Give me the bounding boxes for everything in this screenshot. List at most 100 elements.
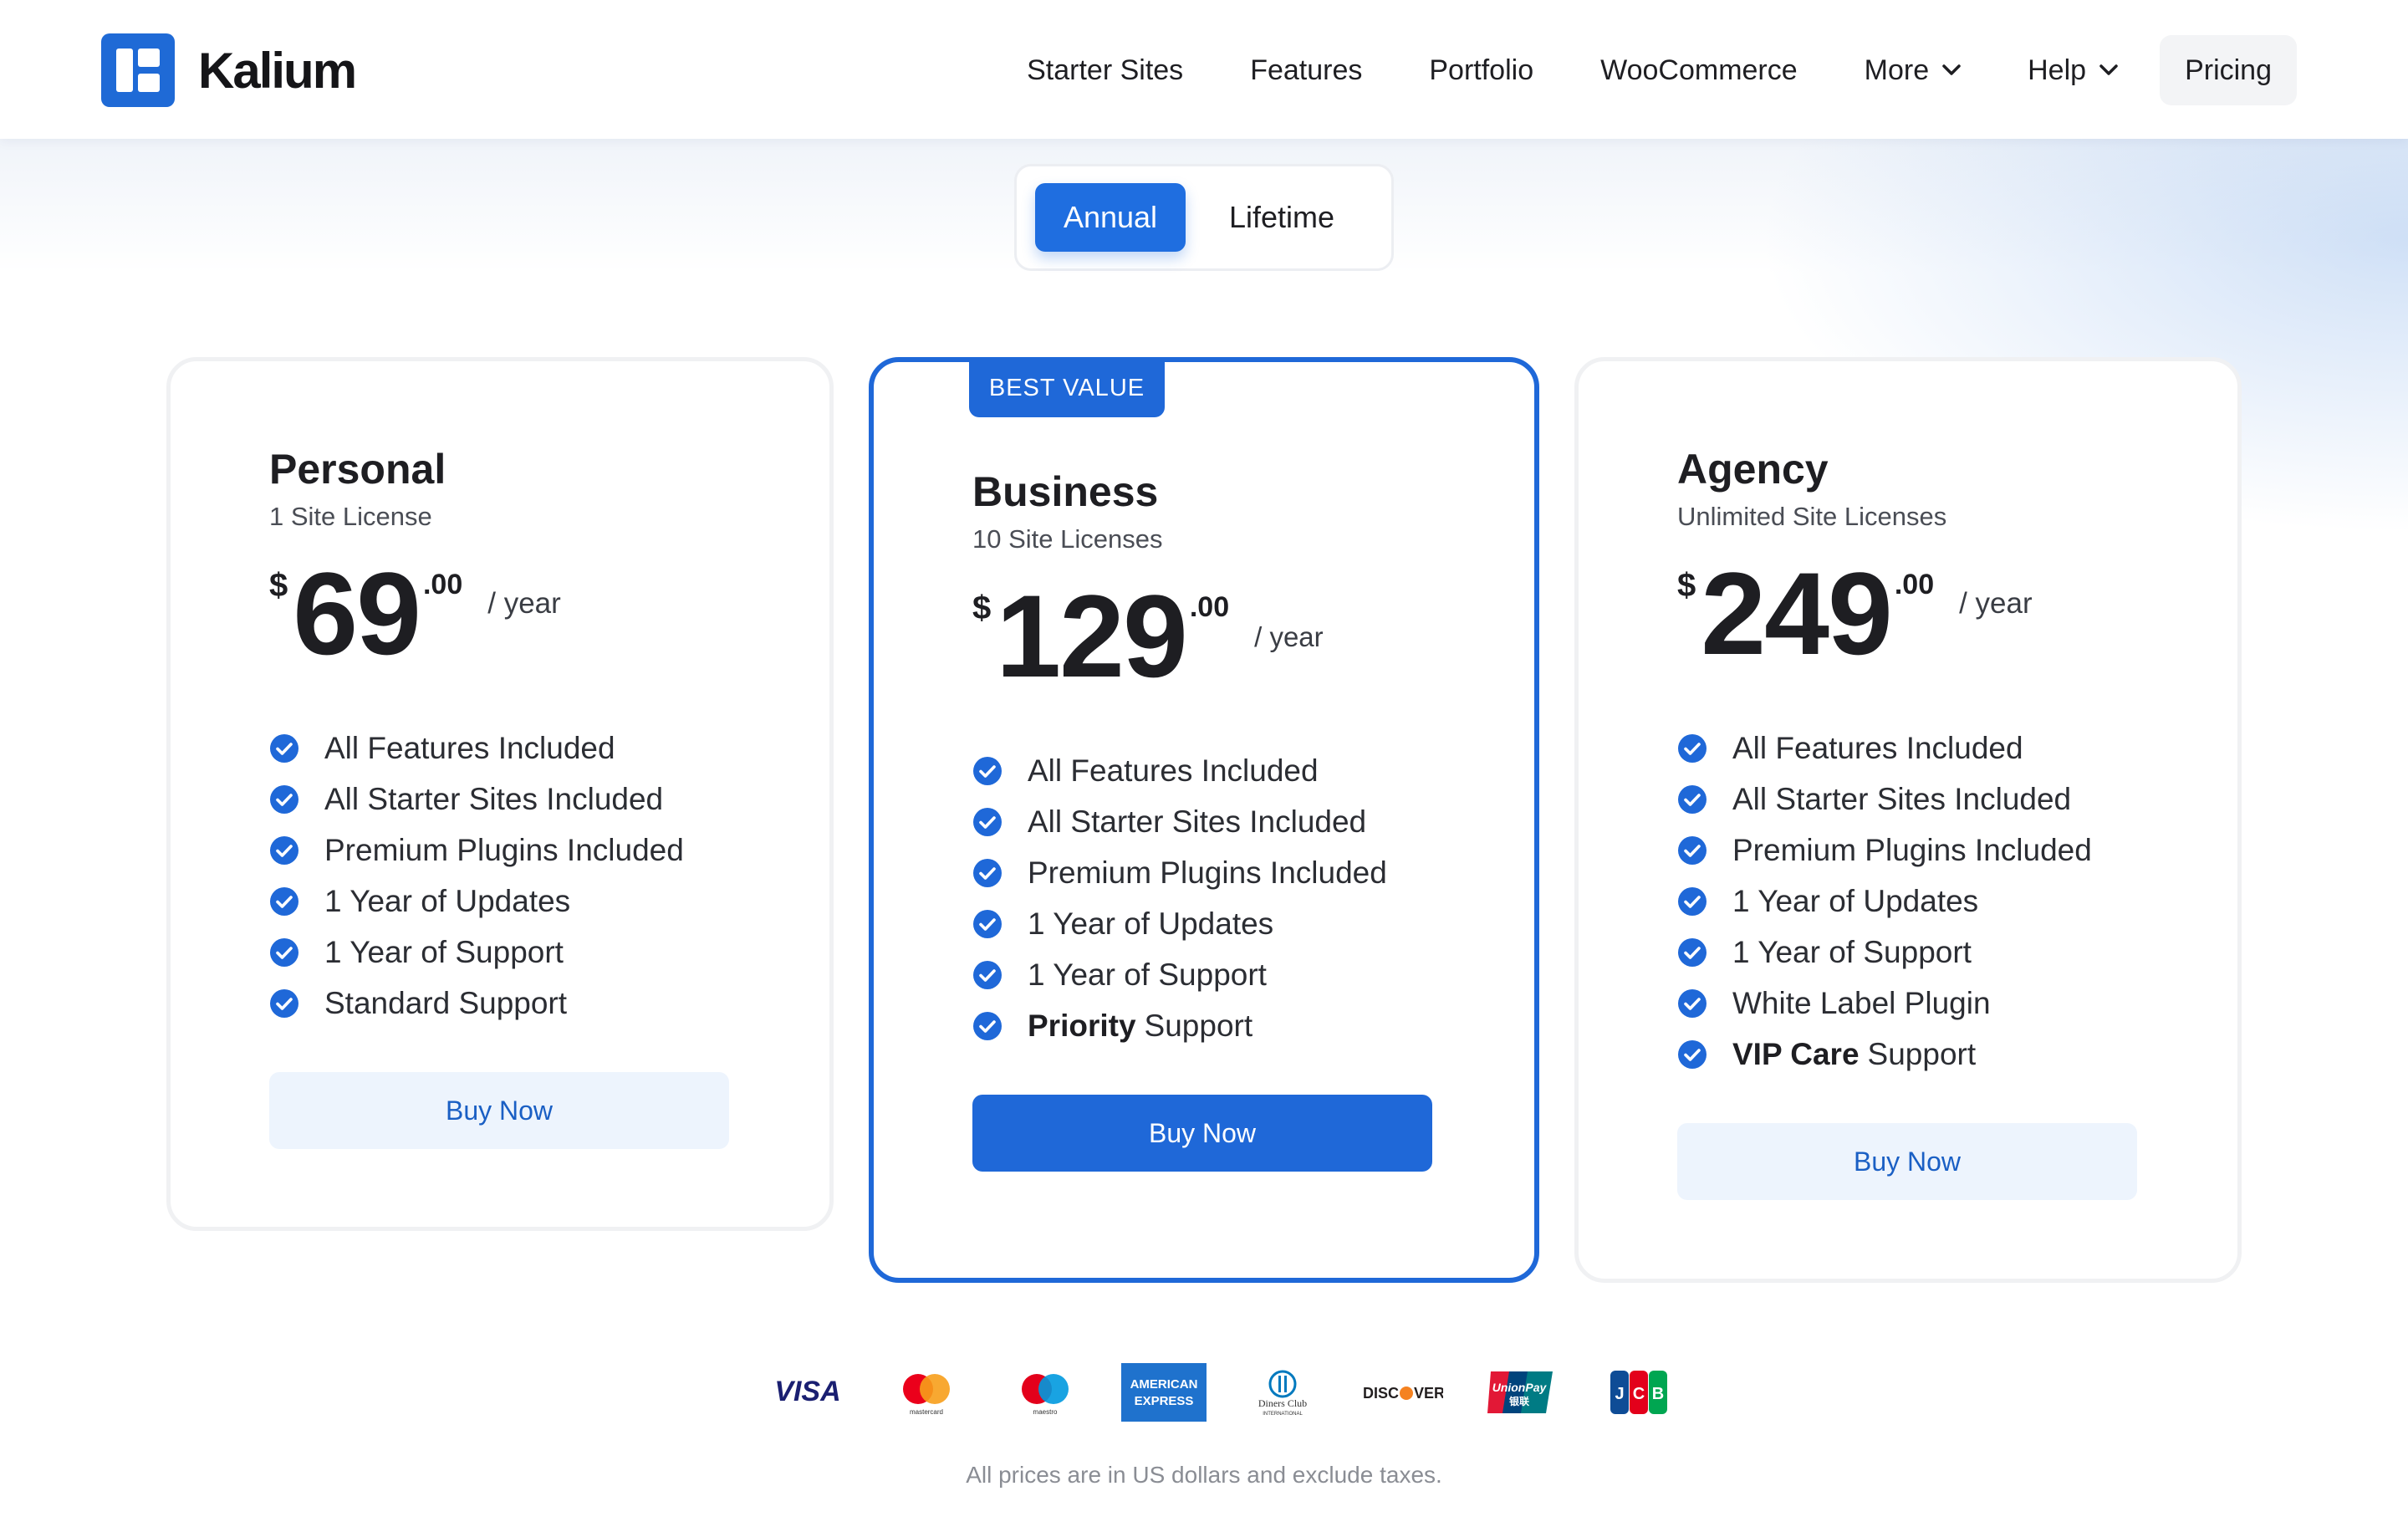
check-circle-icon: [973, 858, 1002, 887]
nav-portfolio[interactable]: Portfolio: [1395, 35, 1567, 105]
check-circle-icon: [1678, 1039, 1707, 1069]
price-period: / year: [487, 587, 561, 620]
currency-symbol: $: [972, 590, 992, 626]
jcb-icon: J C B: [1579, 1363, 1698, 1422]
nav-label: Starter Sites: [1027, 54, 1184, 86]
nav-label: WooCommerce: [1600, 54, 1798, 86]
nav-label: Help: [2028, 54, 2087, 86]
nav-starter-sites[interactable]: Starter Sites: [993, 35, 1217, 105]
feature-item: All Starter Sites Included: [1677, 774, 2162, 825]
check-circle-icon: [1678, 886, 1707, 916]
unionpay-icon: UnionPay 银联: [1461, 1363, 1579, 1422]
svg-text:VER: VER: [1414, 1385, 1443, 1402]
main-nav: Starter Sites Features Portfolio WooComm…: [993, 35, 2297, 105]
check-circle-icon: [973, 909, 1002, 938]
nav-pricing[interactable]: Pricing: [2160, 35, 2297, 105]
nav-label: More: [1864, 54, 1930, 86]
plan-subtitle: 10 Site Licenses: [972, 524, 1163, 554]
feature-text: Standard Support: [324, 985, 568, 1020]
check-circle-icon: [1678, 937, 1707, 967]
feature-text: All Starter Sites Included: [1732, 781, 2072, 816]
plan-name: Business: [972, 468, 1159, 515]
feature-item: Premium Plugins Included: [972, 847, 1457, 898]
price-amount: 129: [996, 570, 1188, 702]
price: $ 129 .00 / year: [972, 578, 1457, 695]
feature-item: 1 Year of Updates: [1677, 876, 2162, 927]
currency-symbol: $: [269, 567, 288, 604]
feature-item: Standard Support: [269, 978, 754, 1029]
feature-item: 1 Year of Support: [1677, 927, 2162, 978]
price-period: / year: [1959, 587, 2033, 620]
currency-symbol: $: [1677, 567, 1696, 604]
nav-features[interactable]: Features: [1217, 35, 1395, 105]
check-circle-icon: [973, 756, 1002, 785]
check-circle-icon: [1678, 733, 1707, 763]
plan-name: Agency: [1677, 446, 1829, 493]
toggle-lifetime[interactable]: Lifetime: [1194, 183, 1370, 252]
chevron-down-icon: [2099, 64, 2118, 75]
payment-methods: VISA mastercard maestro AMERICAN EXPRESS…: [748, 1363, 1698, 1422]
feature-list: All Features Included All Starter Sites …: [1677, 723, 2162, 1080]
pricing-footnote: All prices are in US dollars and exclude…: [966, 1462, 1442, 1488]
feature-item: All Starter Sites Included: [269, 774, 754, 825]
plan-subtitle: 1 Site License: [269, 502, 432, 531]
feature-text: 1 Year of Updates: [1028, 906, 1274, 941]
logo[interactable]: Kalium: [101, 33, 357, 107]
feature-list: All Features Included All Starter Sites …: [972, 745, 1457, 1051]
feature-highlight: Priority: [1028, 1008, 1136, 1043]
svg-text:mastercard: mastercard: [910, 1408, 943, 1416]
svg-text:maestro: maestro: [1033, 1408, 1058, 1416]
svg-text:EXPRESS: EXPRESS: [1135, 1394, 1194, 1408]
feature-item: 1 Year of Support: [972, 949, 1457, 1000]
feature-list: All Features Included All Starter Sites …: [269, 723, 754, 1029]
price-cents: .00: [1894, 569, 1935, 600]
feature-text: 1 Year of Support: [1732, 934, 1972, 969]
feature-text: Support: [1144, 1008, 1253, 1043]
nav-more[interactable]: More: [1831, 35, 1994, 105]
nav-help[interactable]: Help: [1994, 35, 2151, 105]
svg-text:DISC: DISC: [1363, 1385, 1399, 1402]
feature-text: 1 Year of Updates: [324, 883, 571, 918]
nav-label: Portfolio: [1429, 54, 1534, 86]
toggle-annual[interactable]: Annual: [1035, 183, 1186, 252]
kalium-logo-icon: [101, 33, 175, 107]
check-circle-icon: [1678, 784, 1707, 814]
feature-item: White Label Plugin: [1677, 978, 2162, 1029]
feature-text: All Features Included: [324, 730, 615, 765]
check-circle-icon: [1678, 988, 1707, 1018]
check-circle-icon: [270, 988, 298, 1018]
feature-item: All Starter Sites Included: [972, 796, 1457, 847]
nav-label: Pricing: [2185, 54, 2272, 86]
check-circle-icon: [270, 835, 298, 865]
feature-text: Premium Plugins Included: [324, 832, 684, 867]
check-circle-icon: [270, 937, 298, 967]
check-circle-icon: [973, 807, 1002, 836]
svg-text:AMERICAN: AMERICAN: [1130, 1377, 1198, 1392]
svg-text:B: B: [1652, 1385, 1664, 1403]
best-value-badge: BEST VALUE: [969, 359, 1165, 417]
american-express-icon: AMERICAN EXPRESS: [1105, 1363, 1223, 1422]
feature-item: Premium Plugins Included: [269, 825, 754, 876]
diners-club-icon: Diners Club INTERNATIONAL: [1223, 1363, 1342, 1422]
plan-card-agency: Agency Unlimited Site Licenses $ 249 .00…: [1574, 357, 2242, 1283]
buy-now-button-personal[interactable]: Buy Now: [269, 1072, 729, 1149]
buy-now-button-business[interactable]: Buy Now: [972, 1095, 1432, 1172]
brand-name: Kalium: [198, 42, 357, 99]
svg-text:VISA: VISA: [774, 1376, 840, 1407]
svg-text:银联: 银联: [1509, 1395, 1529, 1407]
feature-item: 1 Year of Updates: [269, 876, 754, 927]
nav-label: Features: [1250, 54, 1363, 86]
check-circle-icon: [270, 733, 298, 763]
buy-now-button-agency[interactable]: Buy Now: [1677, 1123, 2137, 1200]
check-circle-icon: [270, 886, 298, 916]
plan-card-business: BEST VALUE Business 10 Site Licenses $ 1…: [869, 357, 1539, 1283]
svg-text:INTERNATIONAL: INTERNATIONAL: [1263, 1412, 1303, 1417]
feature-item: VIP Care Support: [1677, 1029, 2162, 1080]
mastercard-icon: mastercard: [867, 1363, 986, 1422]
nav-woocommerce[interactable]: WooCommerce: [1567, 35, 1831, 105]
price-cents: .00: [1189, 591, 1230, 623]
maestro-icon: maestro: [986, 1363, 1105, 1422]
plan-subtitle: Unlimited Site Licenses: [1677, 502, 1947, 531]
feature-text: All Features Included: [1028, 753, 1319, 788]
svg-text:Diners Club: Diners Club: [1258, 1397, 1307, 1409]
